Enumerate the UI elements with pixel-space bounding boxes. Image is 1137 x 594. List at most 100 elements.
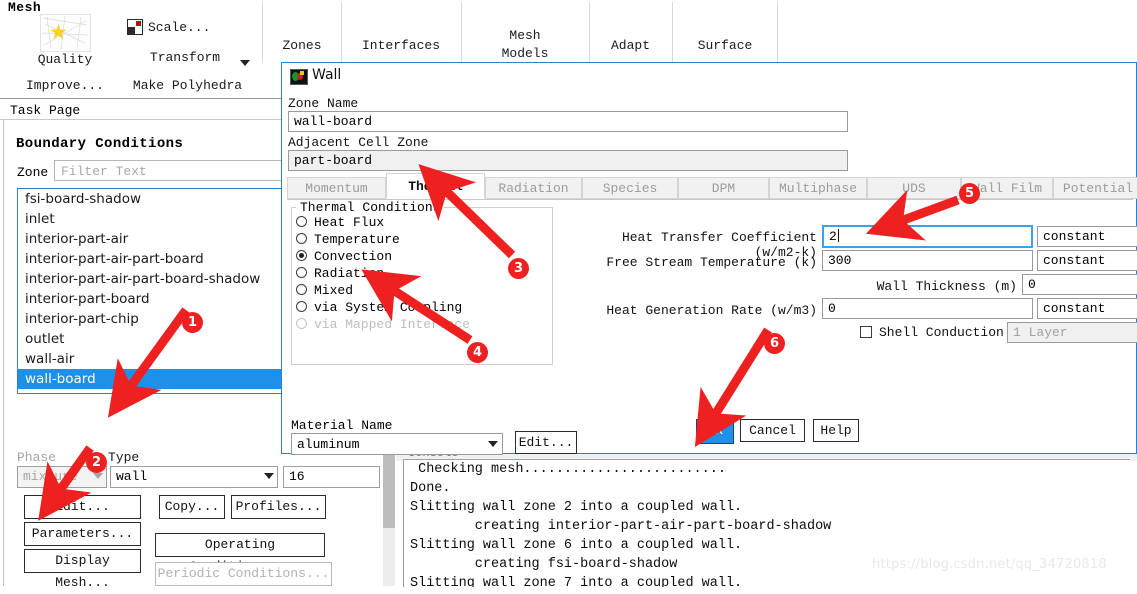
adjacent-cell-zone-value: part-board — [294, 153, 373, 168]
edit-button[interactable]: Edit... — [24, 495, 141, 519]
radio-icon — [296, 284, 307, 295]
heat-transfer-coefficient-value: 2 — [829, 229, 839, 244]
radio-mixed[interactable]: Mixed — [296, 282, 353, 299]
radio-icon-selected — [296, 250, 307, 261]
help-button[interactable]: Help — [813, 419, 859, 442]
radio-label: Temperature — [314, 232, 400, 247]
heat-generation-rate-profile[interactable]: constant — [1037, 298, 1137, 319]
ribbon-title: Mesh — [8, 0, 42, 15]
wall-dialog-title: Wall — [312, 67, 342, 83]
radio-heat-flux[interactable]: Heat Flux — [296, 214, 384, 231]
adjacent-cell-zone-label: Adjacent Cell Zone — [288, 135, 429, 150]
tab-multiphase[interactable]: Multiphase — [769, 177, 867, 199]
wall-dialog-tabs: Momentum Thermal Radiation Species DPM M… — [287, 173, 1137, 199]
make-polyhedra-button[interactable]: Make Polyhedra — [120, 78, 255, 93]
ribbon-group-adapt[interactable]: Adapt — [590, 38, 671, 53]
ribbon-group-mesh-models-line2[interactable]: Models — [462, 46, 588, 61]
material-name-value: aluminum — [297, 437, 360, 452]
free-stream-temperature-profile[interactable]: constant — [1037, 250, 1137, 271]
ribbon-group-interfaces[interactable]: Interfaces — [342, 38, 460, 53]
profiles-button[interactable]: Profiles... — [231, 495, 326, 519]
radio-icon — [296, 267, 307, 278]
quality-label: Quality — [37, 52, 93, 67]
wall-dialog-title-bar: Wall — [282, 63, 1136, 91]
task-page-title: Task Page — [10, 103, 81, 118]
material-name-label: Material Name — [291, 418, 393, 433]
chevron-down-icon — [264, 473, 274, 479]
heat-generation-rate-value: 0 — [828, 301, 836, 316]
display-mesh-button[interactable]: Display Mesh... — [24, 549, 141, 590]
radio-via-system-coupling[interactable]: via System Coupling — [296, 299, 462, 316]
radio-icon — [296, 233, 307, 244]
radio-icon — [296, 301, 307, 312]
free-stream-temperature-value: 300 — [828, 253, 852, 268]
radio-temperature[interactable]: Temperature — [296, 231, 400, 248]
annotation-badge-2: 2 — [86, 452, 107, 473]
radio-icon-disabled — [296, 318, 307, 329]
material-edit-button[interactable]: Edit... — [515, 431, 577, 454]
radio-convection[interactable]: Convection — [296, 248, 392, 265]
radio-radiation[interactable]: Radiation — [296, 265, 384, 282]
scale-icon[interactable] — [127, 19, 143, 35]
ribbon-group-surface[interactable]: Surface — [674, 38, 776, 53]
operating-conditions-button[interactable]: Operating Conditions... — [155, 533, 325, 574]
type-label: Type — [108, 450, 140, 465]
shell-conduction-label: Shell Conduction — [879, 325, 1004, 340]
periodic-conditions-button: Periodic Conditions... — [155, 562, 332, 586]
shell-layer-field: 1 Layer — [1007, 322, 1137, 343]
console-line: Checking mesh......................... — [410, 462, 726, 477]
tab-momentum[interactable]: Momentum — [287, 177, 386, 199]
free-stream-temperature-input[interactable]: 300 — [822, 250, 1033, 271]
wall-thickness-input[interactable]: 0 — [1022, 274, 1137, 295]
shell-layer-value: 1 Layer — [1013, 325, 1068, 340]
console-line: Slitting wall zone 7 into a coupled wall… — [410, 576, 743, 587]
ribbon-group-zones[interactable]: Zones — [264, 38, 340, 53]
heat-transfer-coefficient-input[interactable]: 2 — [822, 225, 1033, 248]
tab-thermal[interactable]: Thermal — [386, 173, 485, 199]
phase-label: Phase — [17, 450, 57, 465]
watermark-text: https://blog.csdn.net/qq_34720818 — [872, 557, 1107, 572]
tab-species[interactable]: Species — [582, 177, 678, 199]
quality-icon[interactable]: ★ — [40, 14, 91, 52]
zone-id-field[interactable]: 16 — [283, 466, 380, 488]
annotation-badge-3: 3 — [508, 258, 529, 279]
ribbon-group-mesh-models-line1[interactable]: Mesh — [462, 28, 588, 43]
scale-button[interactable]: Scale... — [148, 20, 228, 35]
profile-value: constant — [1043, 253, 1106, 268]
radio-label: Convection — [314, 249, 393, 264]
annotation-badge-1: 1 — [182, 312, 203, 333]
phase-value: mixture — [23, 469, 78, 484]
shell-conduction-checkbox[interactable]: Shell Conduction — [860, 325, 1004, 340]
radio-via-mapped-interface: via Mapped Interface — [296, 316, 470, 333]
zone-name-input[interactable]: wall-board — [288, 111, 848, 132]
radio-label: Heat Flux — [314, 215, 385, 230]
star-icon: ★ — [50, 17, 67, 48]
radio-label: via Mapped Interface — [314, 317, 471, 332]
tab-uds[interactable]: UDS — [867, 177, 961, 199]
checkbox-icon — [860, 326, 872, 338]
copy-button[interactable]: Copy... — [159, 495, 225, 519]
ok-button[interactable]: OK — [696, 419, 734, 444]
tab-potential[interactable]: Potential — [1053, 177, 1137, 199]
task-page-scrollbar-thumb[interactable] — [383, 448, 395, 528]
profile-value: constant — [1043, 229, 1106, 244]
tab-dpm[interactable]: DPM — [678, 177, 769, 199]
wall-dialog: Wall Zone Name wall-board Adjacent Cell … — [281, 62, 1137, 455]
heat-generation-rate-input[interactable]: 0 — [822, 298, 1033, 319]
tab-radiation[interactable]: Radiation — [485, 177, 582, 199]
chevron-down-icon[interactable] — [240, 60, 250, 66]
parameters-button[interactable]: Parameters... — [24, 522, 141, 546]
console-line: Slitting wall zone 6 into a coupled wall… — [410, 538, 743, 553]
cancel-button[interactable]: Cancel — [740, 419, 805, 442]
zone-filter-placeholder: Filter Text — [61, 164, 147, 179]
chevron-down-icon — [93, 473, 103, 479]
radio-label: Radiation — [314, 266, 385, 281]
material-name-select[interactable]: aluminum — [291, 433, 503, 455]
zone-name-label: Zone Name — [288, 96, 359, 111]
wall-thickness-label: Wall Thickness (m) — [876, 279, 1017, 294]
heat-transfer-coefficient-profile[interactable]: constant — [1037, 226, 1137, 247]
chevron-down-icon — [488, 441, 498, 447]
transform-button[interactable]: Transform — [135, 50, 235, 65]
improve-button[interactable]: Improve... — [18, 78, 112, 93]
type-select[interactable]: wall — [110, 466, 278, 488]
